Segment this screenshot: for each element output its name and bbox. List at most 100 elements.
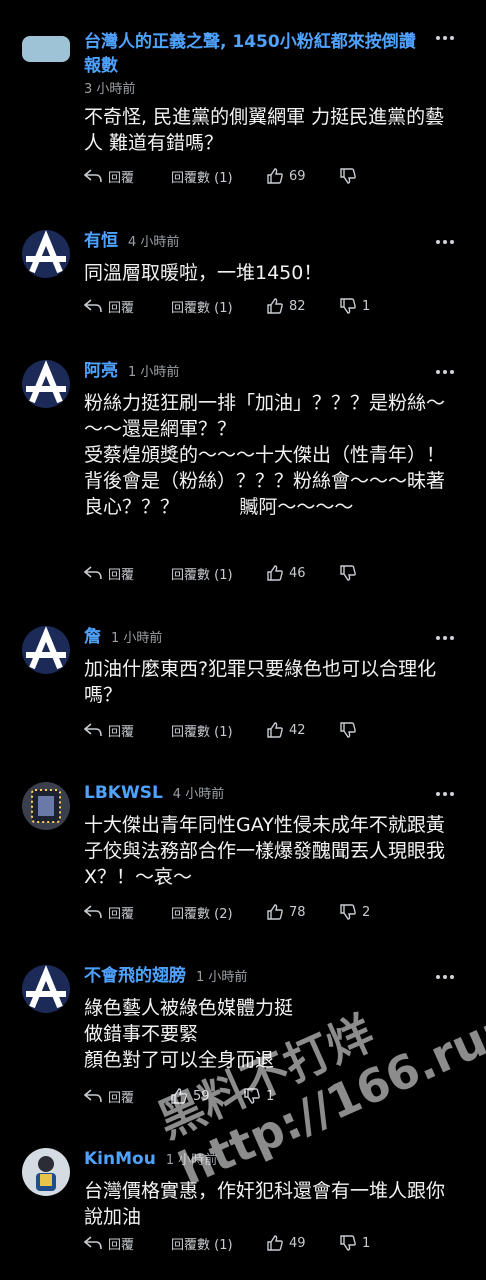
reply-button[interactable]: 回覆 — [84, 164, 134, 188]
reply-icon — [84, 566, 102, 580]
reply-count-button[interactable]: 回覆數 (1) — [171, 561, 233, 585]
avatar[interactable] — [22, 965, 70, 1013]
dislike-button[interactable] — [340, 164, 362, 188]
reply-icon — [84, 299, 102, 313]
reply-label: 回覆 — [108, 1090, 135, 1106]
more-options-icon[interactable] — [436, 971, 456, 981]
dislike-count: 1 — [266, 1088, 275, 1104]
more-options-icon[interactable] — [436, 366, 456, 376]
dislike-count: 2 — [362, 904, 371, 920]
like-count: 42 — [289, 722, 306, 738]
thumbs-down-icon — [244, 1088, 260, 1104]
reply-count-label: 回覆數 (1) — [171, 724, 233, 740]
a-logo-icon — [26, 360, 66, 404]
commenter-name[interactable]: 阿亮 1 小時前 — [84, 360, 179, 384]
more-options-icon[interactable] — [436, 632, 456, 642]
comment-text: 台灣價格實惠，作奸犯科還會有一堆人跟你說加油 — [84, 1180, 446, 1228]
like-button[interactable]: 42 — [267, 718, 306, 742]
reply-count-label: 回覆數 (1) — [171, 1237, 233, 1253]
reply-button[interactable]: 回覆 — [84, 561, 134, 585]
reply-button[interactable]: 回覆 — [84, 1231, 134, 1255]
avatar[interactable] — [22, 36, 70, 62]
avatar[interactable] — [22, 230, 70, 278]
avatar[interactable] — [22, 1148, 70, 1196]
dislike-button[interactable]: 1 — [340, 1231, 370, 1255]
reply-label: 回覆 — [108, 1237, 135, 1253]
thumbs-down-icon — [340, 904, 356, 920]
like-button[interactable]: 78 — [267, 900, 306, 924]
commenter-name-text[interactable]: 不會飛的翅膀 — [84, 966, 186, 986]
reply-label: 回覆 — [108, 170, 135, 186]
reply-button[interactable]: 回覆 — [84, 1084, 134, 1108]
reply-count-button[interactable]: 回覆數 (1) — [171, 294, 233, 318]
thumbs-down-icon — [340, 168, 356, 184]
thumbs-down-icon — [340, 722, 356, 738]
thumbs-up-icon — [267, 565, 283, 581]
reply-icon — [84, 723, 102, 737]
reply-count-label: 回覆數 (1) — [171, 170, 233, 186]
like-count: 78 — [289, 904, 306, 920]
avatar[interactable] — [22, 626, 70, 674]
commenter-name[interactable]: KinMou 1 小時前 — [84, 1148, 217, 1172]
a-logo-icon — [26, 965, 66, 1009]
commenter-name[interactable]: 不會飛的翅膀 1 小時前 — [84, 965, 247, 989]
thumbs-up-icon — [171, 1088, 187, 1104]
reply-icon — [84, 905, 102, 919]
more-options-icon[interactable] — [436, 236, 456, 246]
comment-text: 粉絲力挺狂刷一排「加油」？？？是粉絲～～～還是網軍？？ 受蔡煌頒獎的～～～十大傑… — [84, 392, 446, 518]
commenter-name-text[interactable]: LBKWSL — [84, 783, 163, 803]
dislike-button[interactable] — [340, 718, 362, 742]
commenter-name-text[interactable]: 阿亮 — [84, 361, 118, 381]
commenter-name[interactable]: 詹 1 小時前 — [84, 626, 162, 650]
like-button[interactable]: 46 — [267, 561, 306, 585]
reply-button[interactable]: 回覆 — [84, 718, 134, 742]
like-count: 46 — [289, 565, 306, 581]
a-logo-icon — [26, 230, 66, 274]
like-count: 49 — [289, 1235, 306, 1251]
like-count: 69 — [289, 168, 306, 184]
dislike-button[interactable]: 1 — [244, 1084, 274, 1108]
thumbs-down-icon — [340, 298, 356, 314]
like-button[interactable]: 69 — [267, 164, 306, 188]
reply-count-button[interactable]: 回覆數 (1) — [171, 1231, 233, 1255]
commenter-name-text[interactable]: 詹 — [84, 627, 101, 647]
thumbs-up-icon — [267, 722, 283, 738]
commenter-name-text[interactable]: 有恒 — [84, 231, 118, 251]
reply-button[interactable]: 回覆 — [84, 294, 134, 318]
comment-time: 1 小時前 — [196, 970, 248, 985]
commenter-name[interactable]: LBKWSL 4 小時前 — [84, 782, 224, 806]
reply-label: 回覆 — [108, 906, 135, 922]
dislike-button[interactable]: 2 — [340, 900, 370, 924]
comment-time: 4 小時前 — [172, 787, 225, 802]
like-count: 82 — [289, 298, 306, 314]
thumbs-down-icon — [340, 1235, 356, 1251]
commenter-name[interactable]: 台灣人的正義之聲, 1450小粉紅都來按倒讚報數 — [84, 30, 424, 78]
like-button[interactable]: 49 — [267, 1231, 306, 1255]
avatar[interactable] — [22, 782, 70, 830]
reply-button[interactable]: 回覆 — [84, 900, 134, 924]
like-button[interactable]: 82 — [267, 294, 306, 318]
comment-time: 1 小時前 — [111, 631, 163, 646]
thumbs-up-icon — [267, 1235, 283, 1251]
thumbs-up-icon — [267, 168, 283, 184]
comment-text: 加油什麼東西?犯罪只要綠色也可以合理化嗎？ — [84, 658, 437, 706]
more-options-icon[interactable] — [436, 788, 456, 798]
dislike-button[interactable]: 1 — [340, 294, 370, 318]
dislike-button[interactable] — [340, 561, 362, 585]
reply-count-label: 回覆數 (1) — [171, 300, 233, 316]
commenter-name[interactable]: 有恒 4 小時前 — [84, 230, 179, 254]
thumbs-down-icon — [340, 565, 356, 581]
reply-count-button[interactable]: 回覆數 (2) — [171, 900, 233, 924]
comment-text: 不奇怪, 民進黨的側翼網軍 力挺民進黨的藝人 難道有錯嗎？ — [84, 106, 445, 154]
avatar[interactable] — [22, 360, 70, 408]
like-button[interactable]: 59 — [171, 1084, 210, 1108]
more-options-icon[interactable] — [436, 32, 456, 42]
reply-count-button[interactable]: 回覆數 (1) — [171, 164, 233, 188]
person-avatar-icon — [36, 1156, 56, 1191]
reply-count-button[interactable]: 回覆數 (1) — [171, 718, 233, 742]
commenter-name-text[interactable]: KinMou — [84, 1149, 156, 1169]
reply-icon — [84, 1089, 102, 1103]
dislike-count: 1 — [362, 298, 371, 314]
comment-time: 4 小時前 — [128, 235, 180, 250]
comment-time: 1 小時前 — [128, 365, 180, 380]
